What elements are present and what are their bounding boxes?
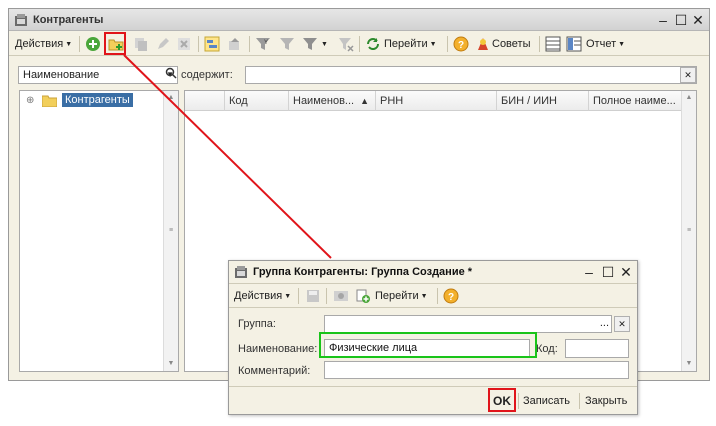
- select-ellipsis-button[interactable]: ...: [600, 317, 609, 329]
- comment-label: Комментарий:: [238, 365, 311, 377]
- save-disk-icon[interactable]: [305, 288, 321, 304]
- dialog-actions-menu[interactable]: Действия ▼: [234, 288, 291, 304]
- close-button[interactable]: Закрыть: [585, 392, 627, 410]
- dialog-titlebar: Группа Контрагенты: Группа Создание * – …: [229, 261, 637, 283]
- help-icon[interactable]: ?: [443, 288, 459, 304]
- highlight-ok-button: [488, 388, 516, 412]
- close-icon[interactable]: ✕: [618, 264, 634, 280]
- dialog-toolbar: Действия ▼ Перейти ▼ ?: [229, 283, 637, 308]
- minimize-icon[interactable]: –: [581, 264, 597, 280]
- highlight-name-field: [319, 332, 537, 358]
- catalog-icon: [235, 266, 247, 278]
- reread-icon[interactable]: [333, 288, 349, 304]
- group-label: Группа:: [238, 318, 276, 330]
- clear-group-icon[interactable]: ✕: [614, 316, 630, 332]
- code-label: Код:: [536, 343, 558, 355]
- save-button[interactable]: Записать: [523, 392, 570, 410]
- code-field[interactable]: [565, 339, 629, 358]
- maximize-icon[interactable]: ☐: [600, 264, 616, 280]
- dialog-title: Группа Контрагенты: Группа Создание *: [253, 266, 473, 278]
- dialog-goto-menu[interactable]: Перейти ▼: [375, 288, 428, 304]
- name-label: Наименование:: [238, 343, 318, 355]
- group-field[interactable]: ...: [324, 315, 612, 333]
- comment-field[interactable]: [324, 361, 629, 379]
- copy-new-icon[interactable]: [355, 288, 371, 304]
- svg-text:?: ?: [448, 292, 454, 303]
